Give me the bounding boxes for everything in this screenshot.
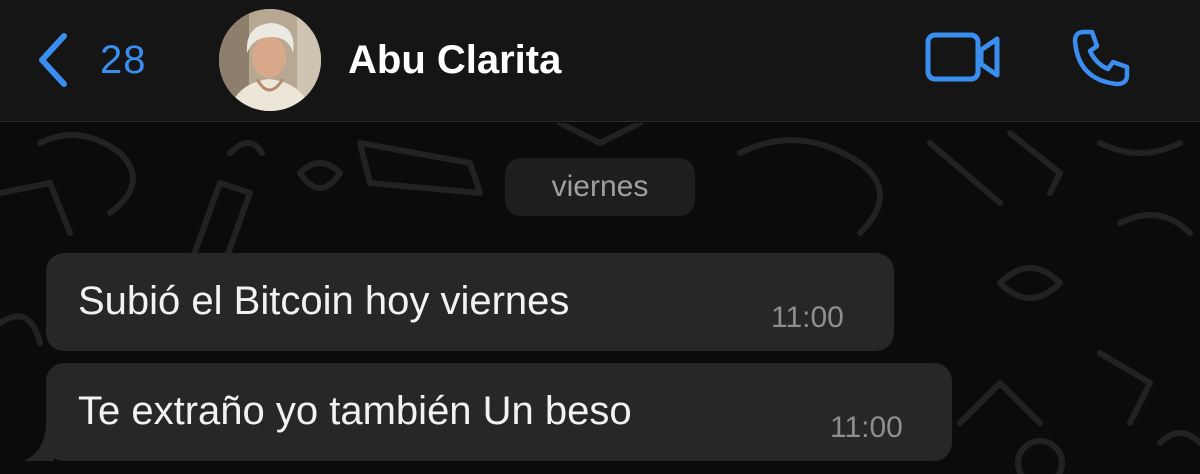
date-separator: viernes [505,158,695,216]
message-time: 11:00 [830,411,903,444]
message-bubble[interactable]: Te extraño yo también Un beso 11:00 [24,363,952,461]
unread-count: 28 [100,37,147,82]
voice-call-button[interactable] [1070,27,1132,94]
message-text: Subió el Bitcoin hoy viernes [78,279,570,323]
back-chevron-icon [39,33,67,87]
message-bubble[interactable]: Subió el Bitcoin hoy viernes 11:00 [46,253,894,351]
contact-name[interactable]: Abu Clarita [348,38,561,83]
chat-header: 28 Abu Clarita [0,0,1200,122]
phone-icon [1072,29,1130,87]
avatar[interactable] [219,9,321,111]
video-call-button[interactable] [925,32,1001,87]
chat-area[interactable]: viernes Subió el Bitcoin hoy viernes 11:… [0,123,1200,474]
bubble-tail [24,421,54,461]
message-time: 11:00 [771,301,844,334]
message-text: Te extraño yo también Un beso [78,389,632,433]
back-button[interactable]: 28 [36,30,147,90]
video-call-icon [925,32,1000,82]
